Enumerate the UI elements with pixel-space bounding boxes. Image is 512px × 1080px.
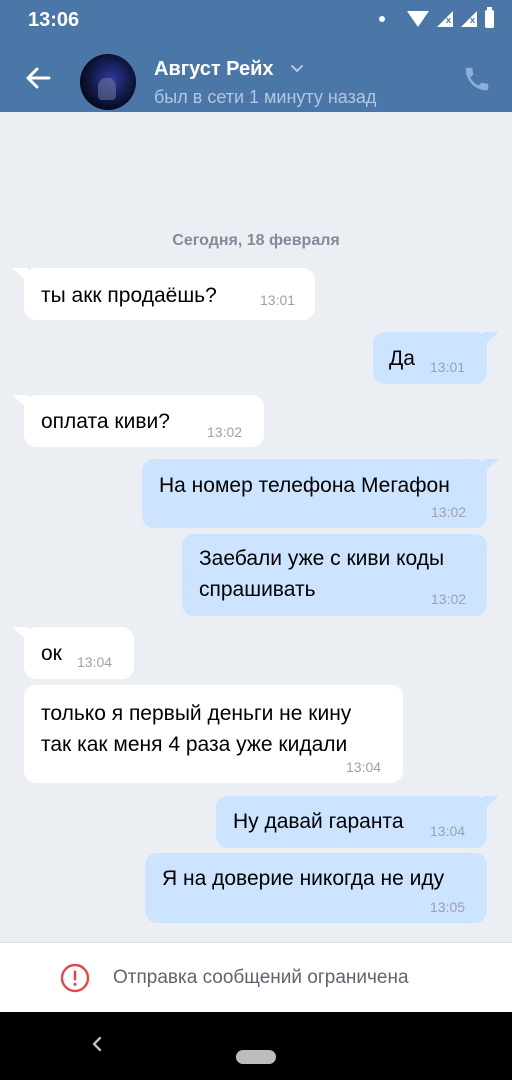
message-bubble-outgoing[interactable]: Да 13:01 <box>373 332 499 384</box>
message-time: 13:04 <box>430 823 466 839</box>
phone-icon[interactable] <box>462 64 492 94</box>
contact-name[interactable]: Август Рейх <box>154 58 274 81</box>
message-time: 13:02 <box>207 424 243 440</box>
signal-icon: x <box>437 11 453 27</box>
message-bubble-outgoing[interactable]: На номер телефона Мегафон 13:02 <box>142 459 499 528</box>
message-bubble-incoming[interactable]: оплата киви? 13:02 <box>12 395 264 447</box>
message-text: На номер телефона Мегафон <box>159 474 450 497</box>
restriction-notice: Отправка сообщений ограничена <box>113 967 409 988</box>
message-text: только я первый деньги не кину <box>41 702 352 725</box>
status-bar: 13:06 x x <box>0 0 512 44</box>
message-text: ок <box>41 642 62 665</box>
message-bubble-incoming[interactable]: ты акк продаёшь? 13:01 <box>12 268 315 320</box>
message-time: 13:04 <box>346 759 382 775</box>
notification-dot-icon <box>379 16 385 22</box>
contact-status: был в сети 1 минуту назад <box>154 87 377 107</box>
chat-area[interactable]: Сегодня, 18 февраля ты акк продаёшь? 13:… <box>0 112 512 942</box>
message-text: Ну давай гаранта <box>233 810 404 833</box>
wifi-icon <box>407 11 429 27</box>
message-bubble-outgoing[interactable]: Ну давай гаранта 13:04 <box>216 796 499 848</box>
arrow-left-icon <box>26 67 51 89</box>
status-time: 13:06 <box>28 9 80 31</box>
chat-header: Август Рейх был в сети 1 минуту назад <box>0 44 512 112</box>
message-text: спрашивать <box>199 578 316 601</box>
message-time: 13:02 <box>431 504 467 520</box>
avatar[interactable] <box>80 54 136 110</box>
message-time: 13:05 <box>430 899 466 915</box>
battery-icon <box>485 7 494 28</box>
message-text: так как меня 4 раза уже кидали <box>41 733 348 756</box>
message-text: Заебали уже с киви коды <box>199 547 445 570</box>
message-time: 13:01 <box>260 292 296 308</box>
home-pill-button[interactable] <box>236 1050 276 1064</box>
message-text: ты акк продаёшь? <box>41 284 217 307</box>
system-navigation-bar <box>0 1012 512 1080</box>
message-bubble-incoming[interactable]: только я первый деньги не кину так как м… <box>24 685 403 783</box>
message-text: Да <box>389 347 415 370</box>
exclamation-circle-icon <box>60 963 90 993</box>
message-time: 13:02 <box>431 591 467 607</box>
back-button[interactable] <box>18 58 58 98</box>
status-icons: x x <box>379 7 494 28</box>
message-text: Я на доверие никогда не иду <box>162 867 445 890</box>
chevron-down-icon[interactable] <box>290 64 304 74</box>
message-bubble-outgoing[interactable]: Я на доверие никогда не иду 13:05 <box>145 853 487 923</box>
message-bubble-incoming[interactable]: ок 13:04 <box>12 627 134 679</box>
date-separator: Сегодня, 18 февраля <box>172 232 340 249</box>
message-text: оплата киви? <box>41 410 170 433</box>
message-bubble-outgoing[interactable]: Заебали уже с киви коды спрашивать 13:02 <box>182 534 487 616</box>
signal-icon-2: x <box>461 11 477 27</box>
chevron-left-icon[interactable] <box>90 1034 104 1054</box>
message-time: 13:01 <box>430 359 466 375</box>
message-restriction-bar: Отправка сообщений ограничена <box>0 942 512 1013</box>
message-time: 13:04 <box>77 654 113 670</box>
